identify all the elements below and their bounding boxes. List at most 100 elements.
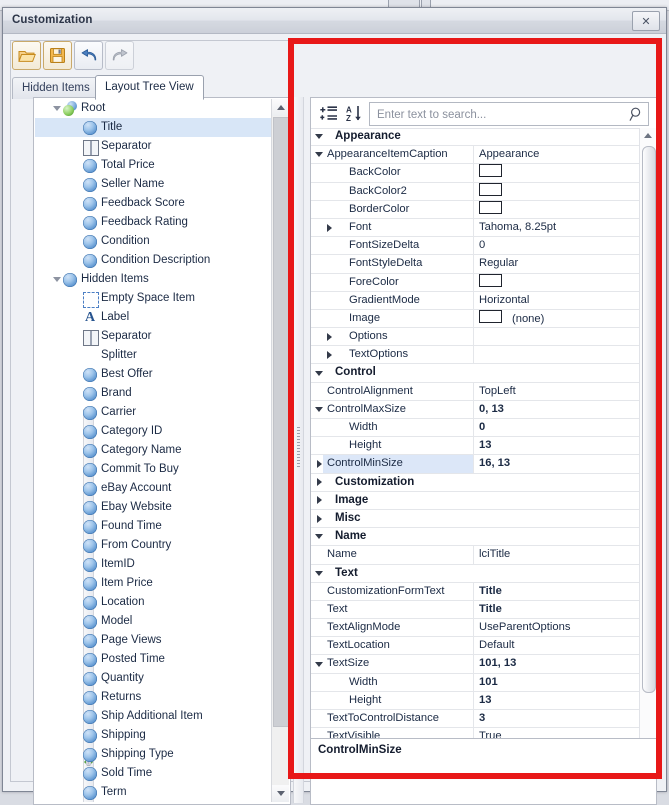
tree-node[interactable]: Category ID — [35, 422, 272, 441]
property-value[interactable] — [474, 200, 639, 218]
property-value[interactable]: 0, 13 — [474, 401, 639, 418]
property-value[interactable]: 101 — [474, 674, 639, 691]
property-value[interactable]: 16, 13 — [474, 455, 639, 472]
property-value[interactable]: (none) — [474, 309, 639, 327]
grid-scrollbar-thumb[interactable] — [642, 146, 656, 693]
property-row[interactable]: FontStyleDelta Regular — [311, 255, 639, 274]
tree-node[interactable]: Term — [35, 783, 272, 802]
tree-node[interactable]: Ship Additional Item — [35, 707, 272, 726]
property-value[interactable]: 0 — [474, 237, 639, 254]
tree-node[interactable]: A Label — [35, 308, 272, 327]
property-row[interactable]: Width 0 — [311, 419, 639, 438]
property-row[interactable]: TextSize 101, 13 — [311, 655, 639, 674]
color-swatch-icon[interactable] — [479, 309, 502, 323]
property-value[interactable] — [474, 182, 639, 200]
property-row[interactable]: TextOptions — [311, 346, 639, 365]
property-row[interactable]: Font Tahoma, 8.25pt — [311, 218, 639, 238]
sort-alphabetical-button[interactable]: A Z — [343, 102, 365, 124]
tree-node[interactable]: Title — [35, 118, 272, 137]
tree-scrollbar-thumb[interactable] — [273, 117, 290, 727]
expander-expand-icon[interactable] — [313, 510, 325, 527]
property-row[interactable]: CustomizationFormText Title — [311, 582, 639, 601]
property-value[interactable] — [474, 164, 639, 181]
panel-splitter[interactable] — [293, 97, 304, 803]
tree-node[interactable]: Item Price — [35, 574, 272, 593]
tree-node[interactable]: Separator — [35, 327, 272, 346]
property-value[interactable]: UseParentOptions — [474, 619, 639, 636]
tree-node[interactable]: Quantity — [35, 669, 272, 688]
property-row[interactable]: Image (none) — [311, 309, 639, 329]
color-swatch-icon[interactable] — [479, 164, 502, 178]
property-value[interactable]: 13 — [474, 692, 639, 709]
property-category-row[interactable]: Misc — [311, 510, 639, 529]
property-category-row[interactable]: Appearance — [311, 128, 639, 147]
property-grid[interactable]: Appearance AppearanceItemCaption Appearanc… — [311, 128, 656, 768]
property-value[interactable] — [474, 273, 639, 291]
property-row[interactable]: BackColor — [311, 164, 639, 183]
property-row[interactable]: Height 13 — [311, 691, 639, 710]
property-category-row[interactable]: Text — [311, 565, 639, 583]
property-row[interactable]: ForeColor — [311, 273, 639, 292]
expander-expand-icon[interactable] — [313, 474, 325, 491]
tree-node[interactable]: Feedback Score — [35, 194, 272, 213]
property-row[interactable]: BorderColor — [311, 200, 639, 219]
property-value[interactable]: Appearance — [474, 146, 639, 163]
search-box[interactable] — [369, 102, 649, 126]
property-category-row[interactable]: Name — [311, 528, 639, 547]
tree-node[interactable]: Carrier — [35, 403, 272, 422]
property-category-row[interactable]: Image — [311, 492, 639, 510]
tree-node[interactable]: From Country — [35, 536, 272, 555]
tree-node[interactable]: Page Views — [35, 631, 272, 650]
tab-layout-tree-view[interactable]: Layout Tree View — [95, 75, 204, 100]
tree-expander-icon[interactable] — [51, 99, 62, 118]
property-row[interactable]: AppearanceItemCaption Appearance — [311, 146, 639, 165]
tree-node[interactable]: Model — [35, 612, 272, 631]
tree-node[interactable]: Total Price — [35, 156, 272, 175]
property-row[interactable]: FontSizeDelta 0 — [311, 237, 639, 256]
tree-node[interactable]: Feedback Rating — [35, 213, 272, 232]
tree-node[interactable]: Found Time — [35, 517, 272, 536]
close-button[interactable]: ✕ — [632, 11, 660, 31]
expander-collapse-icon[interactable] — [313, 565, 325, 582]
expander-collapse-icon[interactable] — [313, 128, 325, 145]
tree-node[interactable]: Category Name — [35, 441, 272, 460]
property-row[interactable]: BackColor2 — [311, 182, 639, 201]
property-value[interactable]: Default — [474, 637, 639, 654]
property-value[interactable]: TopLeft — [474, 383, 639, 400]
property-category-row[interactable]: Control — [311, 364, 639, 383]
tree-node[interactable]: Root — [35, 99, 272, 118]
property-grid-scrollbar[interactable] — [639, 128, 656, 768]
property-row[interactable]: Height 13 — [311, 437, 639, 456]
save-button[interactable] — [43, 41, 72, 70]
tree-node[interactable]: Posted Time — [35, 650, 272, 669]
property-value[interactable] — [474, 346, 639, 363]
tree-scrollbar[interactable] — [271, 99, 290, 802]
property-value[interactable]: Tahoma, 8.25pt — [474, 219, 639, 236]
property-value[interactable] — [474, 328, 639, 345]
property-row[interactable]: TextToControlDistance 3 — [311, 710, 639, 729]
tree-node[interactable]: Separator — [35, 137, 272, 156]
tree-node[interactable]: Seller Name — [35, 175, 272, 194]
property-row[interactable]: Width 101 — [311, 673, 639, 692]
tree-node[interactable]: Ebay Website — [35, 498, 272, 517]
property-row[interactable]: ControlMaxSize 0, 13 — [311, 400, 639, 419]
property-value[interactable]: Regular — [474, 255, 639, 272]
expander-collapse-icon[interactable] — [313, 528, 325, 545]
property-row[interactable]: GradientMode Horizontal — [311, 291, 639, 310]
tree-node[interactable]: Shipping Type — [35, 745, 272, 764]
property-value[interactable]: 0 — [474, 419, 639, 436]
tree-node[interactable]: Condition Description — [35, 251, 272, 270]
layout-tree-list[interactable]: Root Title Separator Total Price Seller Name… — [35, 99, 272, 802]
tree-node[interactable]: Shipping — [35, 726, 272, 745]
tree-node[interactable]: Brand — [35, 384, 272, 403]
expander-expand-icon[interactable] — [313, 492, 325, 509]
tree-node[interactable]: Location — [35, 593, 272, 612]
tree-node[interactable]: Condition — [35, 232, 272, 251]
property-row[interactable]: ControlMinSize 16, 13 — [311, 455, 639, 474]
property-row[interactable]: TextAlignMode UseParentOptions — [311, 619, 639, 638]
color-swatch-icon[interactable] — [479, 273, 502, 287]
property-value[interactable]: Horizontal — [474, 292, 639, 309]
open-button[interactable] — [12, 41, 41, 70]
property-category-row[interactable]: Customization — [311, 474, 639, 492]
tree-node[interactable]: Commit To Buy — [35, 460, 272, 479]
